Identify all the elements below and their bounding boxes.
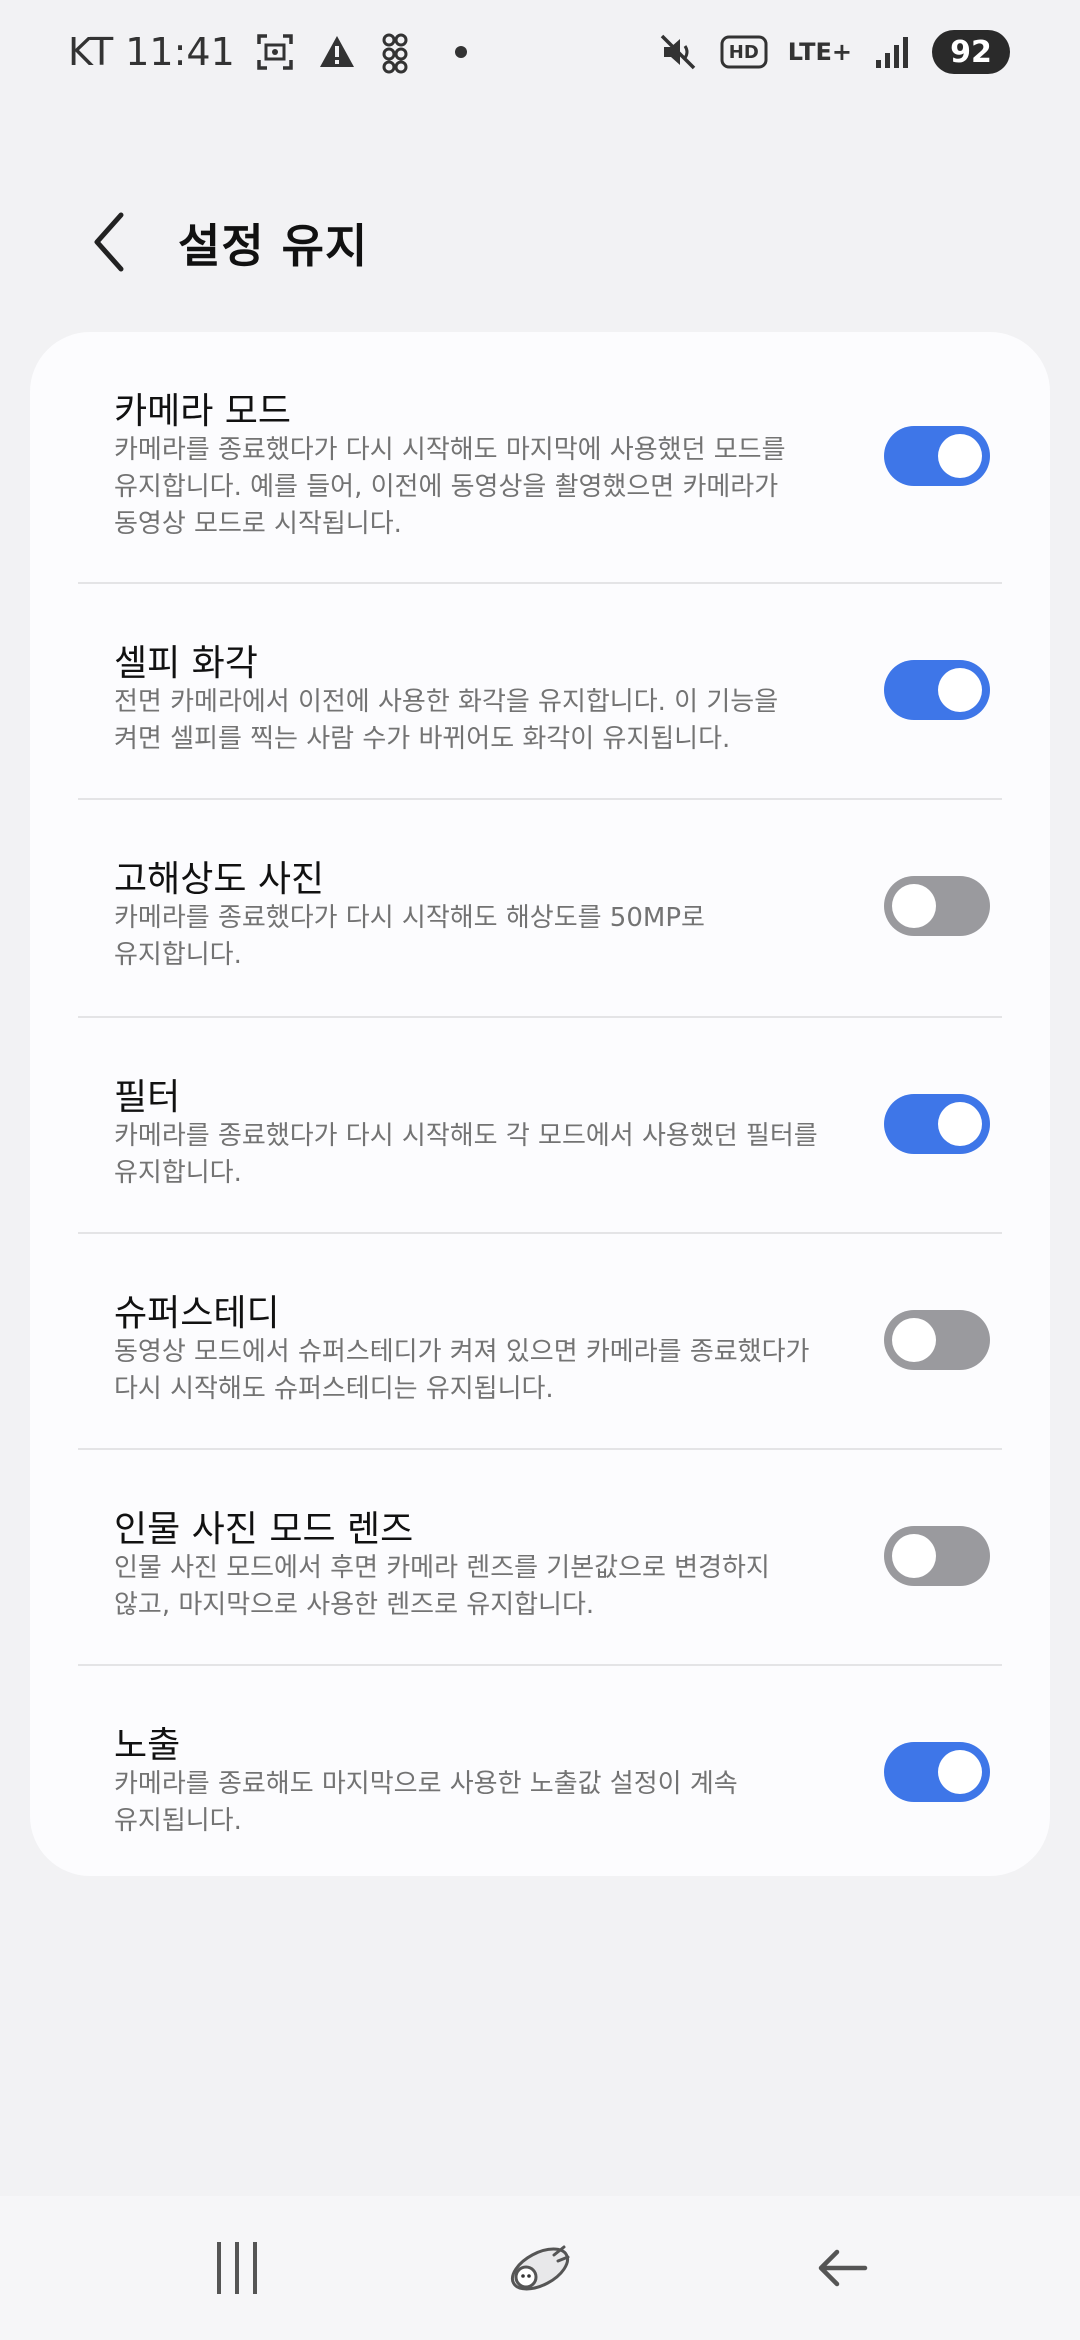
- setting-row-camera-mode[interactable]: 카메라 모드 카메라를 종료했다가 다시 시작해도 마지막에 사용했던 모드를 …: [78, 332, 1002, 582]
- chevron-left-icon: [94, 212, 124, 272]
- setting-title: 필터: [114, 1077, 181, 1118]
- status-left: KT 11:41: [68, 30, 483, 74]
- setting-title: 고해상도 사진: [114, 859, 325, 900]
- settings-card: 카메라 모드 카메라를 종료했다가 다시 시작해도 마지막에 사용했던 모드를 …: [30, 332, 1050, 1876]
- battery-level: 92: [932, 30, 1010, 74]
- desc-line: 다시 시작해도 슈퍼스테디는 유지됩니다.: [114, 1374, 554, 1404]
- back-arrow-icon: [818, 2249, 868, 2287]
- toggle-knob: [892, 1534, 936, 1578]
- toggle-knob: [892, 1318, 936, 1362]
- more-notifications-icon: [439, 30, 483, 74]
- setting-title: 인물 사진 모드 렌즈: [114, 1509, 414, 1550]
- setting-row-super-steady[interactable]: 슈퍼스테디 동영상 모드에서 슈퍼스테디가 켜져 있으면 카메라를 종료했다가 …: [78, 1234, 1002, 1448]
- toggle-switch[interactable]: [884, 1094, 990, 1154]
- setting-row-filter[interactable]: 필터 카메라를 종료했다가 다시 시작해도 각 모드에서 사용했던 필터를 유지…: [78, 1018, 1002, 1232]
- carrier-time: KT 11:41: [68, 30, 235, 74]
- desc-line: 유지합니다.: [114, 940, 242, 970]
- network-type: LTE+: [787, 38, 852, 66]
- setting-row-exposure[interactable]: 노출 카메라를 종료해도 마지막으로 사용한 노출값 설정이 계속 유지됩니다.: [78, 1666, 1002, 1876]
- app-notification-icon: [377, 30, 421, 74]
- toggle-knob: [938, 668, 982, 712]
- setting-title: 노출: [114, 1725, 181, 1766]
- setting-title: 슈퍼스테디: [114, 1293, 280, 1334]
- toggle-switch[interactable]: [884, 876, 990, 936]
- setting-description: 카메라를 종료했다가 다시 시작해도 각 모드에서 사용했던 필터를 유지합니다…: [114, 1118, 834, 1192]
- toggle-knob: [938, 1102, 982, 1146]
- desc-line: 유지됩니다.: [114, 1806, 242, 1836]
- toggle-switch[interactable]: [884, 660, 990, 720]
- setting-row-high-res-photo[interactable]: 고해상도 사진 카메라를 종료했다가 다시 시작해도 해상도를 50MP로 유지…: [78, 800, 1002, 1014]
- desc-line: 카메라를 종료했다가 다시 시작해도 해상도를 50MP로: [114, 903, 705, 933]
- hd-label: HD: [728, 41, 759, 63]
- setting-title: 카메라 모드: [114, 391, 292, 432]
- desc-line: 유지합니다. 예를 들어, 이전에 동영상을 촬영했으면 카메라가: [114, 472, 779, 502]
- setting-row-selfie-angle[interactable]: 셀피 화각 전면 카메라에서 이전에 사용한 화각을 유지합니다. 이 기능을 …: [78, 584, 1002, 798]
- setting-row-portrait-lens[interactable]: 인물 사진 모드 렌즈 인물 사진 모드에서 후면 카메라 렌즈를 기본값으로 …: [78, 1450, 1002, 1664]
- back-button[interactable]: [70, 202, 150, 282]
- home-icon: [510, 2245, 570, 2291]
- desc-line: 동영상 모드에서 슈퍼스테디가 켜져 있으면 카메라를 종료했다가: [114, 1337, 810, 1367]
- desc-line: 카메라를 종료했다가 다시 시작해도 각 모드에서 사용했던 필터를: [114, 1121, 818, 1151]
- back-nav-button[interactable]: [796, 2226, 886, 2310]
- app-header: 설정 유지: [0, 190, 1080, 290]
- desc-line: 동영상 모드로 시작됩니다.: [114, 509, 402, 539]
- desc-line: 켜면 셀피를 찍는 사람 수가 바뀌어도 화각이 유지됩니다.: [114, 724, 731, 754]
- recents-icon: [217, 2242, 257, 2294]
- page-title: 설정 유지: [178, 219, 369, 273]
- navigation-bar: [0, 2196, 1080, 2340]
- setting-description: 인물 사진 모드에서 후면 카메라 렌즈를 기본값으로 변경하지 않고, 마지막…: [114, 1550, 834, 1624]
- setting-description: 카메라를 종료했다가 다시 시작해도 해상도를 50MP로 유지합니다.: [114, 900, 834, 974]
- desc-line: 않고, 마지막으로 사용한 렌즈로 유지합니다.: [114, 1590, 595, 1620]
- toggle-knob: [938, 434, 982, 478]
- hd-voice-icon: HD: [718, 30, 770, 74]
- status-bar: KT 11:41 HD LTE+ 92: [0, 0, 1080, 110]
- signal-icon: [870, 30, 914, 74]
- recents-button[interactable]: [192, 2226, 282, 2310]
- setting-description: 카메라를 종료해도 마지막으로 사용한 노출값 설정이 계속 유지됩니다.: [114, 1766, 834, 1840]
- setting-description: 전면 카메라에서 이전에 사용한 화각을 유지합니다. 이 기능을 켜면 셀피를…: [114, 684, 834, 758]
- toggle-knob: [938, 1750, 982, 1794]
- toggle-switch[interactable]: [884, 1310, 990, 1370]
- desc-line: 전면 카메라에서 이전에 사용한 화각을 유지합니다. 이 기능을: [114, 687, 779, 717]
- screenshot-icon: [253, 30, 297, 74]
- desc-line: 유지합니다.: [114, 1158, 242, 1188]
- toggle-switch[interactable]: [884, 1526, 990, 1586]
- toggle-knob: [892, 884, 936, 928]
- setting-description: 카메라를 종료했다가 다시 시작해도 마지막에 사용했던 모드를 유지합니다. …: [114, 432, 834, 543]
- home-button[interactable]: [495, 2226, 585, 2310]
- toggle-switch[interactable]: [884, 1742, 990, 1802]
- warning-icon: [315, 30, 359, 74]
- setting-title: 셀피 화각: [114, 643, 258, 684]
- desc-line: 인물 사진 모드에서 후면 카메라 렌즈를 기본값으로 변경하지: [114, 1553, 770, 1583]
- toggle-switch[interactable]: [884, 426, 990, 486]
- status-right: HD LTE+ 92: [656, 30, 1010, 74]
- desc-line: 카메라를 종료해도 마지막으로 사용한 노출값 설정이 계속: [114, 1769, 738, 1799]
- mute-icon: [656, 30, 700, 74]
- setting-description: 동영상 모드에서 슈퍼스테디가 켜져 있으면 카메라를 종료했다가 다시 시작해…: [114, 1334, 834, 1408]
- desc-line: 카메라를 종료했다가 다시 시작해도 마지막에 사용했던 모드를: [114, 435, 786, 465]
